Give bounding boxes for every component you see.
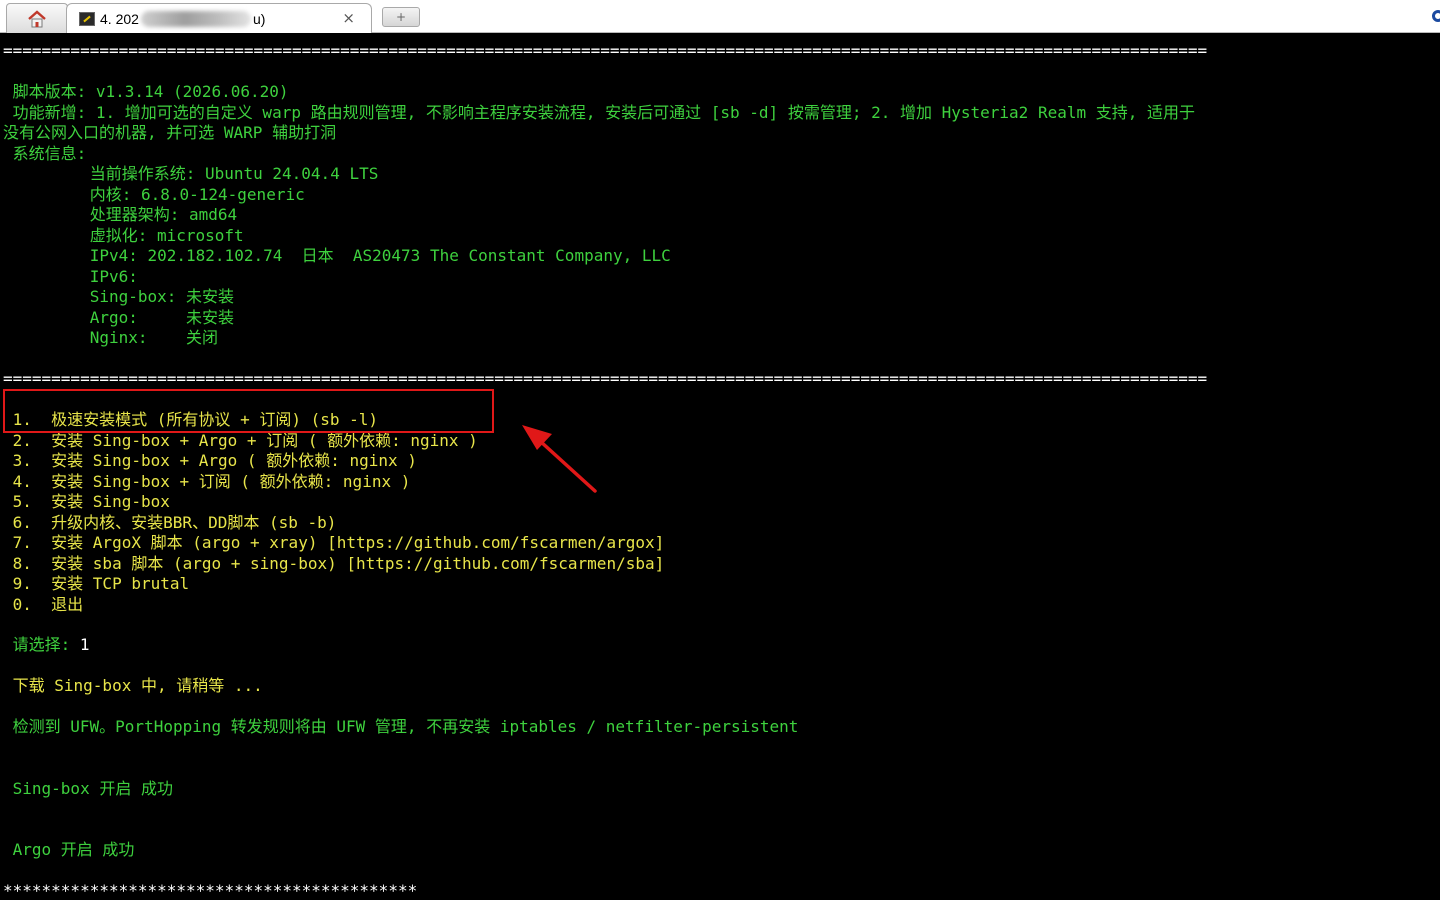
close-icon[interactable]: × — [342, 9, 355, 27]
menu-item-1[interactable]: 1. 极速安装模式 (所有协议 + 订阅) (sb -l) — [3, 410, 378, 431]
new-tab-button[interactable]: + — [382, 7, 420, 27]
home-tab[interactable] — [6, 3, 68, 33]
feature-line-1: 功能新增: 1. 增加可选的自定义 warp 路由规则管理, 不影响主程序安装流… — [3, 102, 1196, 122]
tab-title-redacted — [140, 10, 251, 27]
sysinfo-virt: 虚拟化: microsoft — [3, 225, 244, 245]
tab-title-prefix: 4. 202 — [100, 10, 139, 27]
sysinfo-ipv4: IPv4: 202.182.102.74 日本 AS20473 The Cons… — [3, 246, 671, 265]
script-version: 脚本版本: v1.3.14 (2026.06.20) — [3, 82, 289, 101]
sysinfo-os: 当前操作系统: Ubuntu 24.04.4 LTS — [3, 164, 379, 183]
stars-divider: ****************************************… — [3, 881, 418, 900]
menu-item-6[interactable]: 6. 升级内核、安装BBR、DD脚本 (sb -b) — [3, 513, 337, 534]
menu-item-0[interactable]: 0. 退出 — [3, 595, 84, 616]
prompt-label: 请选择: — [3, 635, 80, 654]
sysinfo-label: 系统信息: — [3, 143, 87, 163]
feature-line-2: 没有公网入口的机器, 并可选 WARP 辅助打洞 — [3, 123, 337, 142]
sysinfo-kernel: 内核: 6.8.0-124-generic — [3, 184, 305, 204]
argo-start-status: Argo 开启 成功 — [3, 840, 135, 859]
new-tab-icon: + — [395, 10, 407, 24]
prompt-line[interactable]: 请选择: 1 — [3, 635, 90, 656]
ufw-message: 检测到 UFW。PortHopping 转发规则将由 UFW 管理, 不再安装 … — [3, 717, 799, 736]
menu-item-9[interactable]: 9. 安装 TCP brutal — [3, 574, 190, 595]
window-edge-icon — [1432, 10, 1440, 22]
sysinfo-argo: Argo: 未安装 — [3, 307, 235, 327]
menu-item-8[interactable]: 8. 安装 sba 脚本 (argo + sing-box) [https://… — [3, 554, 665, 575]
terminal-icon — [79, 11, 95, 26]
menu-item-4[interactable]: 4. 安装 Sing-box + 订阅 ( 额外依赖: nginx ) — [3, 472, 411, 493]
tab-bar: 4. 202 u) × + — [0, 0, 1440, 33]
menu-item-7[interactable]: 7. 安装 ArgoX 脚本 (argo + xray) [https://gi… — [3, 533, 665, 554]
singbox-start-status: Sing-box 开启 成功 — [3, 778, 173, 798]
tab-title-suffix: u) — [252, 10, 266, 27]
sysinfo-singbox: Sing-box: 未安装 — [3, 287, 235, 306]
separator-rule: ========================================… — [3, 41, 1208, 60]
session-tab[interactable]: 4. 202 u) × — [66, 3, 372, 33]
sysinfo-nginx: Nginx: 关闭 — [3, 328, 219, 347]
home-icon — [28, 9, 46, 27]
download-message: 下载 Sing-box 中, 请稍等 ... — [3, 676, 263, 695]
sysinfo-ipv6: IPv6: — [3, 266, 138, 286]
menu-item-3[interactable]: 3. 安装 Sing-box + Argo ( 额外依赖: nginx ) — [3, 451, 417, 472]
menu-item-2[interactable]: 2. 安装 Sing-box + Argo + 订阅 ( 额外依赖: nginx… — [3, 431, 478, 452]
sysinfo-arch: 处理器架构: amd64 — [3, 205, 238, 224]
separator-rule: ========================================… — [3, 369, 1208, 388]
menu-item-5[interactable]: 5. 安装 Sing-box — [3, 492, 170, 513]
terminal-output[interactable]: ========================================… — [3, 33, 1440, 900]
prompt-value[interactable]: 1 — [80, 635, 90, 654]
